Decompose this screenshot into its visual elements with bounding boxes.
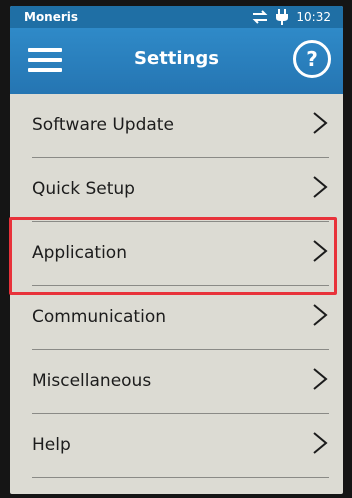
menu-item-communication[interactable]: Communication <box>10 286 343 350</box>
data-transfer-icon <box>252 10 268 24</box>
power-plug-icon <box>276 9 289 25</box>
menu-item-label: Software Update <box>32 115 174 135</box>
chevron-right-icon <box>313 112 328 134</box>
highlight-box <box>9 217 337 295</box>
status-bar: Moneris 10:32 <box>10 6 343 28</box>
chevron-right-icon <box>313 432 328 454</box>
menu-item-label: Quick Setup <box>32 179 135 199</box>
menu-item-label: Help <box>32 435 71 455</box>
status-icons: 10:32 <box>252 9 331 25</box>
app-bar: Settings ? <box>10 28 343 94</box>
divider <box>32 477 329 478</box>
menu-item-help[interactable]: Help <box>10 414 343 478</box>
menu-item-software-update[interactable]: Software Update <box>10 94 343 158</box>
carrier-label: Moneris <box>24 10 79 24</box>
chevron-right-icon <box>313 304 328 326</box>
help-icon[interactable]: ? <box>293 40 331 78</box>
clock: 10:32 <box>296 10 331 24</box>
chevron-right-icon <box>313 368 328 390</box>
menu-item-label: Communication <box>32 307 166 327</box>
menu-item-miscellaneous[interactable]: Miscellaneous <box>10 350 343 414</box>
chevron-right-icon <box>313 176 328 198</box>
menu-item-quick-setup[interactable]: Quick Setup <box>10 158 343 222</box>
menu-item-label: Miscellaneous <box>32 371 152 391</box>
